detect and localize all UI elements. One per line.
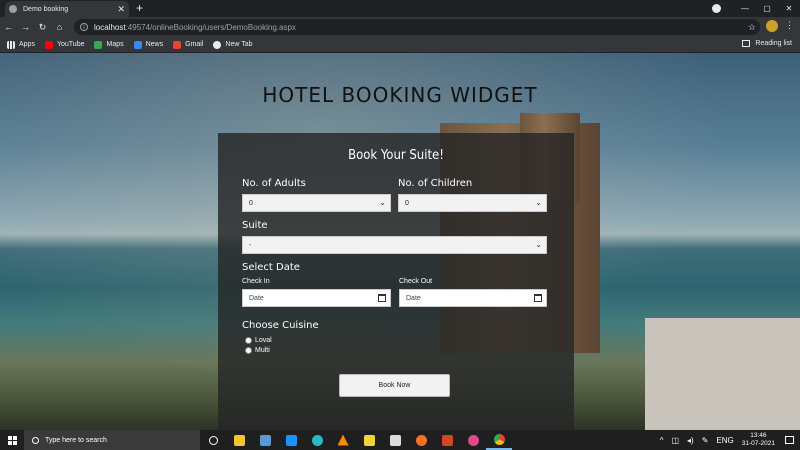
new-tab-button[interactable]: + bbox=[136, 1, 143, 15]
bookmark-maps[interactable]: Maps bbox=[94, 40, 124, 49]
chevron-down-icon: ⌄ bbox=[535, 198, 542, 207]
edge-icon[interactable] bbox=[304, 434, 330, 446]
pen-icon[interactable]: ✎ bbox=[702, 436, 709, 445]
maximize-button[interactable]: ▢ bbox=[756, 4, 778, 13]
checkin-placeholder: Date bbox=[249, 294, 264, 302]
reading-list-button[interactable]: Reading list bbox=[742, 40, 792, 47]
cuisine-option-multi[interactable]: Multi bbox=[245, 347, 270, 354]
adults-label: No. of Adults bbox=[242, 178, 306, 189]
cuisine-label: Choose Cuisine bbox=[242, 320, 319, 331]
children-select-value: 0 bbox=[405, 199, 409, 207]
windows-taskbar: Type here to search ^ ◫ ◂) ✎ ENG 13:46 3… bbox=[0, 430, 800, 450]
close-tab-icon[interactable]: ✕ bbox=[117, 4, 125, 15]
url-text[interactable]: localhost:49574/onlineBooking/users/Demo… bbox=[94, 23, 296, 32]
select-date-label: Select Date bbox=[242, 262, 300, 273]
checkin-label: Check In bbox=[242, 278, 270, 285]
checkout-date-input[interactable]: Date bbox=[399, 289, 547, 307]
bookmark-news[interactable]: News bbox=[133, 40, 163, 49]
teams-icon[interactable] bbox=[252, 434, 278, 446]
mail-icon[interactable] bbox=[278, 434, 304, 446]
firefox-icon[interactable] bbox=[408, 434, 434, 446]
reading-list-icon bbox=[742, 40, 751, 47]
bookmark-star-icon[interactable]: ☆ bbox=[748, 22, 756, 33]
bookmarks-bar: Apps YouTube Maps News Gmail New Tab Rea… bbox=[0, 37, 800, 53]
chevron-down-icon: ⌄ bbox=[379, 198, 386, 207]
notifications-icon[interactable] bbox=[785, 436, 794, 444]
children-select[interactable]: 0 ⌄ bbox=[398, 194, 547, 212]
taskbar-search[interactable]: Type here to search bbox=[24, 430, 200, 450]
system-tray: ^ ◫ ◂) ✎ ENG 13:46 31-07-2021 bbox=[660, 430, 800, 450]
address-bar[interactable]: i localhost:49574/onlineBooking/users/De… bbox=[74, 19, 760, 35]
language-indicator[interactable]: ENG bbox=[716, 436, 733, 445]
bookmark-apps[interactable]: Apps bbox=[7, 40, 35, 49]
gmail-icon bbox=[173, 40, 182, 49]
clock-time: 13:46 bbox=[750, 432, 767, 439]
browser-tab-strip: Demo booking ✕ + — ▢ ✕ bbox=[0, 0, 800, 17]
bookmark-youtube[interactable]: YouTube bbox=[44, 40, 84, 49]
window-controls: — ▢ ✕ bbox=[734, 0, 800, 17]
task-view-icon[interactable] bbox=[200, 435, 226, 445]
network-icon[interactable]: ◫ bbox=[671, 436, 679, 445]
menu-kebab-icon[interactable]: ⋮ bbox=[785, 20, 794, 31]
search-icon bbox=[32, 436, 39, 444]
windows-logo-icon bbox=[7, 435, 17, 445]
bookmark-new-tab[interactable]: New Tab bbox=[213, 40, 253, 49]
media-icon[interactable] bbox=[460, 434, 486, 446]
forward-arrow-icon[interactable]: → bbox=[17, 22, 34, 32]
calendar-icon[interactable] bbox=[534, 294, 542, 302]
chevron-down-icon: ⌄ bbox=[535, 240, 542, 249]
page-background: HOTEL BOOKING WIDGET Book Your Suite! No… bbox=[0, 53, 800, 430]
vlc-icon[interactable] bbox=[330, 434, 356, 446]
checkout-placeholder: Date bbox=[406, 294, 421, 302]
calendar-icon[interactable] bbox=[378, 294, 386, 302]
suite-select[interactable]: - ⌄ bbox=[242, 236, 547, 254]
radio-button[interactable] bbox=[245, 347, 252, 354]
checkin-date-input[interactable]: Date bbox=[242, 289, 391, 307]
adults-select[interactable]: 0 ⌄ bbox=[242, 194, 391, 212]
chevron-up-icon[interactable]: ^ bbox=[660, 436, 664, 445]
close-window-button[interactable]: ✕ bbox=[778, 4, 800, 13]
info-icon[interactable]: i bbox=[80, 23, 88, 31]
book-now-button[interactable]: Book Now bbox=[339, 374, 450, 397]
profile-avatar[interactable] bbox=[766, 20, 778, 32]
maps-icon bbox=[94, 40, 103, 49]
form-heading: Book Your Suite! bbox=[348, 148, 444, 163]
powerpoint-icon[interactable] bbox=[434, 434, 460, 446]
browser-tab[interactable]: Demo booking ✕ bbox=[5, 1, 129, 17]
cuisine-option-label: Multi bbox=[255, 347, 270, 354]
news-icon bbox=[133, 40, 142, 49]
children-label: No. of Children bbox=[398, 178, 473, 189]
minimize-button[interactable]: — bbox=[734, 4, 756, 13]
start-button[interactable] bbox=[0, 435, 24, 445]
radio-button[interactable] bbox=[245, 337, 252, 344]
globe-icon bbox=[9, 5, 17, 13]
adults-select-value: 0 bbox=[249, 199, 253, 207]
page-title: HOTEL BOOKING WIDGET bbox=[262, 83, 538, 107]
youtube-icon bbox=[44, 40, 53, 49]
clock-date: 31-07-2021 bbox=[741, 440, 775, 447]
search-placeholder: Type here to search bbox=[45, 436, 107, 444]
file-explorer-icon[interactable] bbox=[226, 434, 252, 446]
booking-form: Book Your Suite! No. of Adults 0 ⌄ No. o… bbox=[218, 133, 574, 430]
back-arrow-icon[interactable]: ← bbox=[0, 22, 17, 32]
globe-icon bbox=[213, 40, 222, 49]
browser-toolbar: ← → ↻ ⌂ i localhost:49574/onlineBooking/… bbox=[0, 17, 800, 37]
cuisine-option-label: Loval bbox=[255, 337, 272, 344]
suite-label: Suite bbox=[242, 220, 268, 231]
clock[interactable]: 13:46 31-07-2021 bbox=[742, 432, 775, 448]
store-icon[interactable] bbox=[382, 434, 408, 446]
record-icon[interactable] bbox=[712, 4, 721, 13]
cuisine-option-loval[interactable]: Loval bbox=[245, 337, 272, 344]
volume-icon[interactable]: ◂) bbox=[687, 436, 694, 445]
suite-select-value: - bbox=[249, 241, 252, 249]
tab-title: Demo booking bbox=[23, 5, 69, 13]
building-image bbox=[645, 318, 800, 430]
chrome-icon[interactable] bbox=[486, 430, 512, 450]
bookmark-gmail[interactable]: Gmail bbox=[173, 40, 203, 49]
checkout-label: Check Out bbox=[399, 278, 433, 285]
sticky-notes-icon[interactable] bbox=[356, 434, 382, 446]
apps-grid-icon bbox=[7, 40, 15, 49]
reload-icon[interactable]: ↻ bbox=[34, 22, 51, 33]
home-icon[interactable]: ⌂ bbox=[51, 22, 68, 32]
